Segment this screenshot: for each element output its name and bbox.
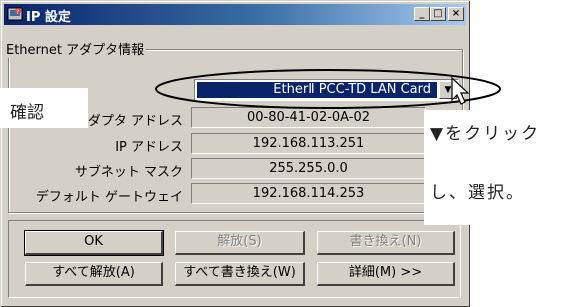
confirm-callout: 確認: [0, 88, 88, 128]
instruction-line-2: し、選択。: [430, 183, 525, 203]
ip-address-value: 192.168.113.251: [191, 133, 426, 154]
default-gateway-label: デフォルト ゲートウェイ: [35, 190, 183, 205]
adapter-select[interactable]: EtherⅡ PCC-TD LAN Card ▼: [194, 79, 459, 101]
ip-address-label: IP アドレス: [115, 140, 183, 155]
release-all-button[interactable]: すべて解放(A): [25, 262, 163, 286]
instruction-line-1: ▼をクリック: [430, 124, 541, 144]
instruction-callout: ▼をクリック し、選択。: [424, 110, 582, 225]
release-button[interactable]: 解放(S): [175, 231, 305, 255]
confirm-label: 確認: [10, 103, 44, 123]
renew-button[interactable]: 書き換え(N): [317, 231, 455, 255]
subnet-mask-value: 255.255.0.0: [191, 158, 426, 179]
renew-all-button[interactable]: すべて書き換え(W): [175, 262, 305, 286]
maximize-button[interactable]: □: [430, 7, 446, 21]
dropdown-arrow-button[interactable]: ▼: [439, 81, 457, 99]
window-title: IP 設定: [26, 10, 71, 25]
subnet-mask-label: サブネット マスク: [74, 165, 183, 180]
adapter-selected-value: EtherⅡ PCC-TD LAN Card: [197, 82, 437, 98]
default-gateway-value: 192.168.114.253: [191, 183, 426, 204]
details-button[interactable]: 詳細(M) >>: [317, 262, 455, 286]
ip-config-dialog: ? IP 設定 _ □ × Ethernet アダプタ情報 EtherⅡ PCC…: [0, 0, 470, 307]
close-button[interactable]: ×: [448, 7, 464, 21]
group-label: Ethernet アダプタ情報: [4, 39, 147, 58]
ok-button[interactable]: OK: [24, 230, 164, 256]
title-bar[interactable]: ? IP 設定 _ □ ×: [4, 4, 466, 25]
adapter-address-value: 00-80-41-02-0A-02: [191, 107, 426, 128]
network-app-icon: ?: [7, 7, 23, 21]
minimize-button[interactable]: _: [414, 7, 430, 21]
svg-text:?: ?: [16, 9, 19, 16]
